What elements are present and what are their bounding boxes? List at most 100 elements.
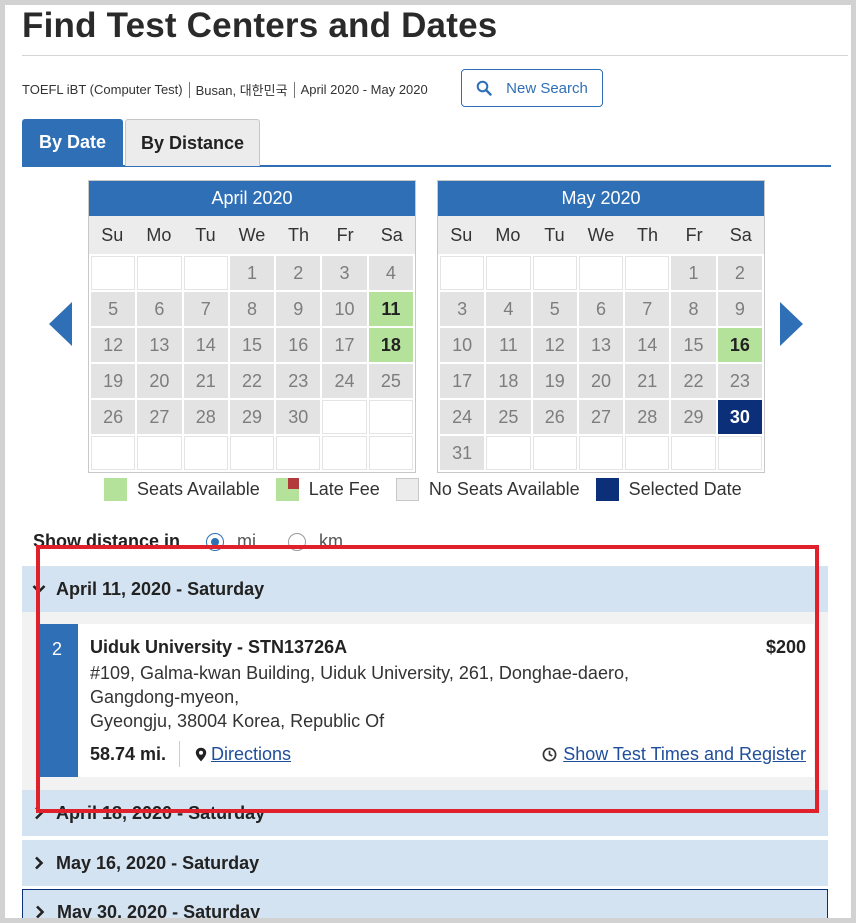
calendar-day: 19 — [91, 364, 136, 398]
page: Find Test Centers and Dates TOEFL iBT (C… — [22, 0, 848, 923]
calendar-day: 25 — [368, 364, 413, 398]
calendar-day: 1 — [229, 256, 275, 290]
weekday-label: Mo — [495, 224, 521, 245]
legend-item-late-fee: Late Fee — [275, 478, 380, 501]
calendar-day: 12 — [91, 328, 136, 362]
prev-month-arrow-icon[interactable] — [49, 302, 72, 346]
calendar-day: 13 — [578, 328, 624, 362]
map-marker-icon — [195, 747, 207, 762]
calendar-empty-cell — [137, 256, 182, 290]
weekday-label: Tu — [195, 224, 216, 245]
accordion-label: May 16, 2020 - Saturday — [56, 852, 260, 873]
calendar-month-title: May 2020 — [438, 181, 764, 216]
distance-label: Show distance in — [33, 531, 181, 551]
calendar-day: 29 — [671, 400, 716, 434]
calendar-empty-cell — [368, 436, 413, 470]
center-distance: 58.74 mi. — [90, 744, 167, 764]
date-accordion-april-18[interactable]: April 18, 2020 - Saturday — [22, 790, 828, 836]
calendar-day: 6 — [137, 292, 182, 326]
calendar-grid: 1 2 3 4 5 6 7 8 9 10 11 12 13 14 15 16 17 18 19 20 21 22 23 24 2… — [89, 254, 415, 472]
calendar-day: 3 — [322, 256, 367, 290]
test-center-card: 2 Uiduk University - STN13726A $200 #109… — [22, 612, 828, 790]
weekday-label: We — [587, 224, 615, 245]
calendar-day: 4 — [486, 292, 531, 326]
legend-item-selected: Selected Date — [595, 478, 742, 501]
legend-item-available: Seats Available — [104, 478, 260, 501]
legend-swatch-no-seats — [395, 478, 419, 501]
calendar-day: 15 — [229, 328, 275, 362]
calendar-grid: 1 2 3 4 5 6 7 8 9 10 11 12 13 14 15 16 17 18 19 20 21 22 23 24 2… — [438, 254, 764, 472]
calendar-empty-cell — [322, 400, 367, 434]
calendar-legend: Seats Available Late Fee No Seats Availa… — [104, 478, 758, 501]
address-line: #109, Galma-kwan Building, Uiduk Univers… — [90, 663, 629, 707]
calendar-day: 7 — [183, 292, 228, 326]
chevron-right-icon — [23, 905, 57, 919]
legend-label: Seats Available — [137, 479, 260, 499]
calendar-empty-cell — [671, 436, 716, 470]
register-label[interactable]: Show Test Times and Register — [563, 744, 806, 765]
radio-km-label[interactable]: km — [319, 531, 343, 552]
calendar-empty-cell — [322, 436, 367, 470]
tab-by-distance[interactable]: By Distance — [125, 119, 260, 166]
calendar-april: April 2020 Su Mo Tu We Th Fr Sa 12345678… — [88, 180, 416, 473]
next-month-arrow-icon[interactable] — [780, 302, 803, 346]
calendar-day: 23 — [717, 364, 762, 398]
tab-by-date[interactable]: By Date — [22, 119, 123, 166]
calendar-day: 29 — [229, 400, 275, 434]
weekday-label: Th — [637, 224, 659, 245]
calendar-day: 4 — [368, 256, 413, 290]
calendar-day: 15 — [671, 328, 716, 362]
weekday-label: Mo — [146, 224, 172, 245]
show-times-register-link[interactable]: Show Test Times and Register — [542, 744, 806, 765]
directions-link[interactable]: Directions — [195, 744, 291, 765]
calendar-empty-cell — [486, 436, 531, 470]
page-title: Find Test Centers and Dates — [22, 6, 498, 45]
calendar-day-available[interactable]: 18 — [368, 328, 413, 362]
criteria-test: TOEFL iBT (Computer Test) — [22, 82, 183, 97]
calendar-weekday-row: Su Mo Tu We Th Fr Sa — [438, 216, 764, 254]
calendar-empty-cell — [625, 256, 670, 290]
calendar-day: 8 — [671, 292, 716, 326]
radio-km[interactable] — [288, 532, 307, 551]
calendar-day: 25 — [486, 400, 531, 434]
calendar-empty-cell — [229, 436, 275, 470]
accordion-label: May 30, 2020 - Saturday — [57, 901, 261, 922]
calendar-empty-cell — [183, 256, 228, 290]
calendar-day: 5 — [91, 292, 136, 326]
calendar-day-selected[interactable]: 30 — [717, 400, 762, 434]
calendar-day: 3 — [440, 292, 485, 326]
directions-label[interactable]: Directions — [211, 744, 291, 765]
calendar-day: 5 — [532, 292, 577, 326]
date-accordion-april-11[interactable]: April 11, 2020 - Saturday — [22, 566, 828, 612]
radio-mi[interactable] — [206, 532, 225, 551]
weekday-label: Tu — [544, 224, 565, 245]
weekday-label: Fr — [685, 224, 703, 245]
calendar-day: 12 — [532, 328, 577, 362]
calendar-day-available[interactable]: 16 — [717, 328, 762, 362]
calendar-day: 20 — [578, 364, 624, 398]
calendar-day: 2 — [717, 256, 762, 290]
date-accordion-may-30[interactable]: May 30, 2020 - Saturday — [22, 889, 828, 923]
criteria-dates: April 2020 - May 2020 — [300, 82, 428, 97]
legend-swatch-late-fee — [275, 478, 299, 501]
calendar-day: 9 — [717, 292, 762, 326]
new-search-button[interactable]: New Search — [461, 69, 603, 107]
calendar-day: 6 — [578, 292, 624, 326]
calendar-day: 26 — [91, 400, 136, 434]
legend-swatch-available — [104, 478, 127, 501]
weekday-label: Fr — [336, 224, 354, 245]
calendar-day: 21 — [625, 364, 670, 398]
radio-mi-label[interactable]: mi — [237, 531, 256, 552]
calendar-day: 17 — [440, 364, 485, 398]
criteria-divider — [188, 81, 190, 98]
calendar-empty-cell — [625, 436, 670, 470]
calendar-empty-cell — [486, 256, 531, 290]
search-icon — [476, 80, 492, 96]
search-criteria: TOEFL iBT (Computer Test) Busan, 대한민국 Ap… — [22, 80, 428, 99]
calendar-day-available[interactable]: 11 — [368, 292, 413, 326]
calendar-day: 2 — [276, 256, 321, 290]
new-search-label: New Search — [506, 79, 588, 97]
title-divider — [22, 55, 848, 56]
date-accordion-may-16[interactable]: May 16, 2020 - Saturday — [22, 840, 828, 886]
calendar-day: 14 — [625, 328, 670, 362]
